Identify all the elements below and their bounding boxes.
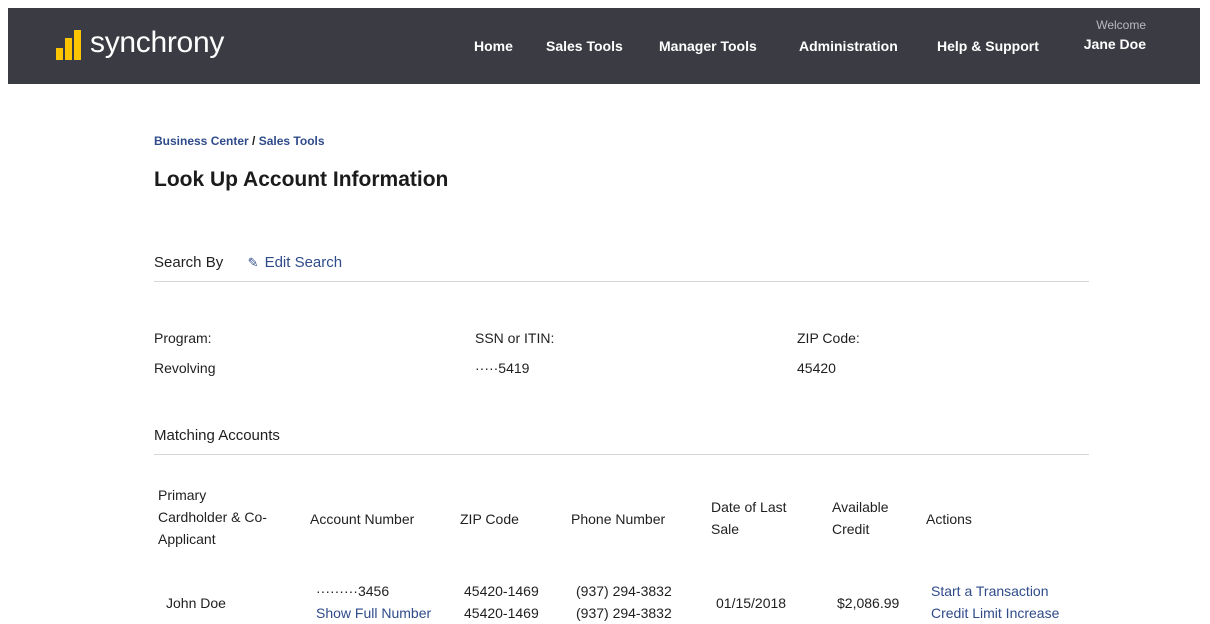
- brand-name: synchrony: [90, 26, 225, 59]
- ssn-label: SSN or ITIN:: [475, 330, 555, 346]
- account-number-masked: ·········3456: [316, 583, 390, 599]
- nav-manager-tools[interactable]: Manager Tools: [659, 38, 757, 54]
- cell-last-sale: 01/15/2018: [716, 595, 787, 611]
- credit-limit-increase-link[interactable]: Credit Limit Increase: [931, 602, 1059, 624]
- edit-search-label: Edit Search: [264, 254, 343, 271]
- breadcrumb-sales-tools[interactable]: Sales Tools: [259, 134, 325, 148]
- start-transaction-link[interactable]: Start a Transaction: [931, 580, 1059, 602]
- search-by-label: Search By: [154, 254, 224, 271]
- cell-holder-name: John Doe: [166, 595, 226, 611]
- cell-account-number: ·········3456 Show Full Number: [316, 580, 431, 624]
- col-header-last-sale: Date of Last Sale: [711, 496, 787, 540]
- matching-accounts-header: Matching Accounts: [154, 427, 1089, 455]
- program-value: Revolving: [154, 360, 216, 376]
- welcome-label: Welcome: [1096, 18, 1146, 32]
- nav-help-support[interactable]: Help & Support: [937, 38, 1039, 54]
- col-header-zip: ZIP Code: [460, 511, 519, 527]
- matching-accounts-label: Matching Accounts: [154, 427, 280, 444]
- col-header-cardholder-line3: Applicant: [158, 531, 216, 547]
- col-header-cardholder: Primary Cardholder & Co- Applicant: [158, 484, 298, 550]
- search-by-header: Search By ✎ Edit Search: [154, 254, 1089, 282]
- top-nav-bar: synchrony Home Sales Tools Manager Tools…: [8, 8, 1200, 84]
- col-header-phone: Phone Number: [571, 511, 666, 527]
- zip-label: ZIP Code:: [797, 330, 860, 346]
- breadcrumb-business-center[interactable]: Business Center: [154, 134, 249, 148]
- col-header-account-number: Account Number: [310, 511, 415, 527]
- program-label: Program:: [154, 330, 212, 346]
- col-header-cardholder-line1: Primary: [158, 487, 207, 503]
- program-field: Program: Revolving: [154, 330, 215, 376]
- col-header-actions: Actions: [926, 511, 972, 527]
- pencil-icon: ✎: [247, 255, 259, 270]
- page-title: Look Up Account Information: [154, 168, 449, 191]
- col-header-credit: Available Credit: [832, 496, 889, 540]
- user-welcome[interactable]: Welcome Jane Doe: [1084, 18, 1146, 52]
- col-header-last-sale-line2: Sale: [711, 521, 740, 537]
- zip-field: ZIP Code: 45420: [797, 330, 860, 376]
- cell-available-credit: $2,086.99: [837, 595, 900, 611]
- col-header-last-sale-line1: Date of Last: [711, 499, 787, 515]
- zip-value-2: 45420-1469: [464, 605, 539, 621]
- nav-sales-tools[interactable]: Sales Tools: [546, 38, 623, 54]
- phone-value-2: (937) 294-3832: [576, 605, 672, 621]
- col-header-credit-line1: Available: [832, 499, 889, 515]
- col-header-cardholder-line2: Cardholder & Co-: [158, 509, 267, 525]
- nav-home[interactable]: Home: [474, 38, 513, 54]
- col-header-credit-line2: Credit: [832, 521, 870, 537]
- cell-phone: (937) 294-3832 (937) 294-3832: [576, 580, 672, 624]
- cell-zip: 45420-1469 45420-1469: [464, 580, 539, 624]
- ssn-value: ·····5419: [475, 360, 530, 376]
- user-name: Jane Doe: [1083, 36, 1146, 52]
- zip-value-1: 45420-1469: [464, 583, 539, 599]
- logo-bars-icon: [54, 24, 88, 66]
- edit-search-link[interactable]: ✎ Edit Search: [248, 254, 342, 271]
- breadcrumb-separator: /: [252, 134, 256, 148]
- phone-value-1: (937) 294-3832: [576, 583, 672, 599]
- page: synchrony Home Sales Tools Manager Tools…: [8, 8, 1200, 624]
- show-full-number-link[interactable]: Show Full Number: [316, 602, 431, 624]
- breadcrumb: Business Center / Sales Tools: [154, 134, 325, 148]
- synchrony-logo[interactable]: synchrony: [54, 20, 224, 66]
- zip-value: 45420: [797, 360, 836, 376]
- cell-actions: Start a Transaction Credit Limit Increas…: [931, 580, 1059, 624]
- ssn-field: SSN or ITIN: ·····5419: [475, 330, 554, 376]
- nav-administration[interactable]: Administration: [799, 38, 898, 54]
